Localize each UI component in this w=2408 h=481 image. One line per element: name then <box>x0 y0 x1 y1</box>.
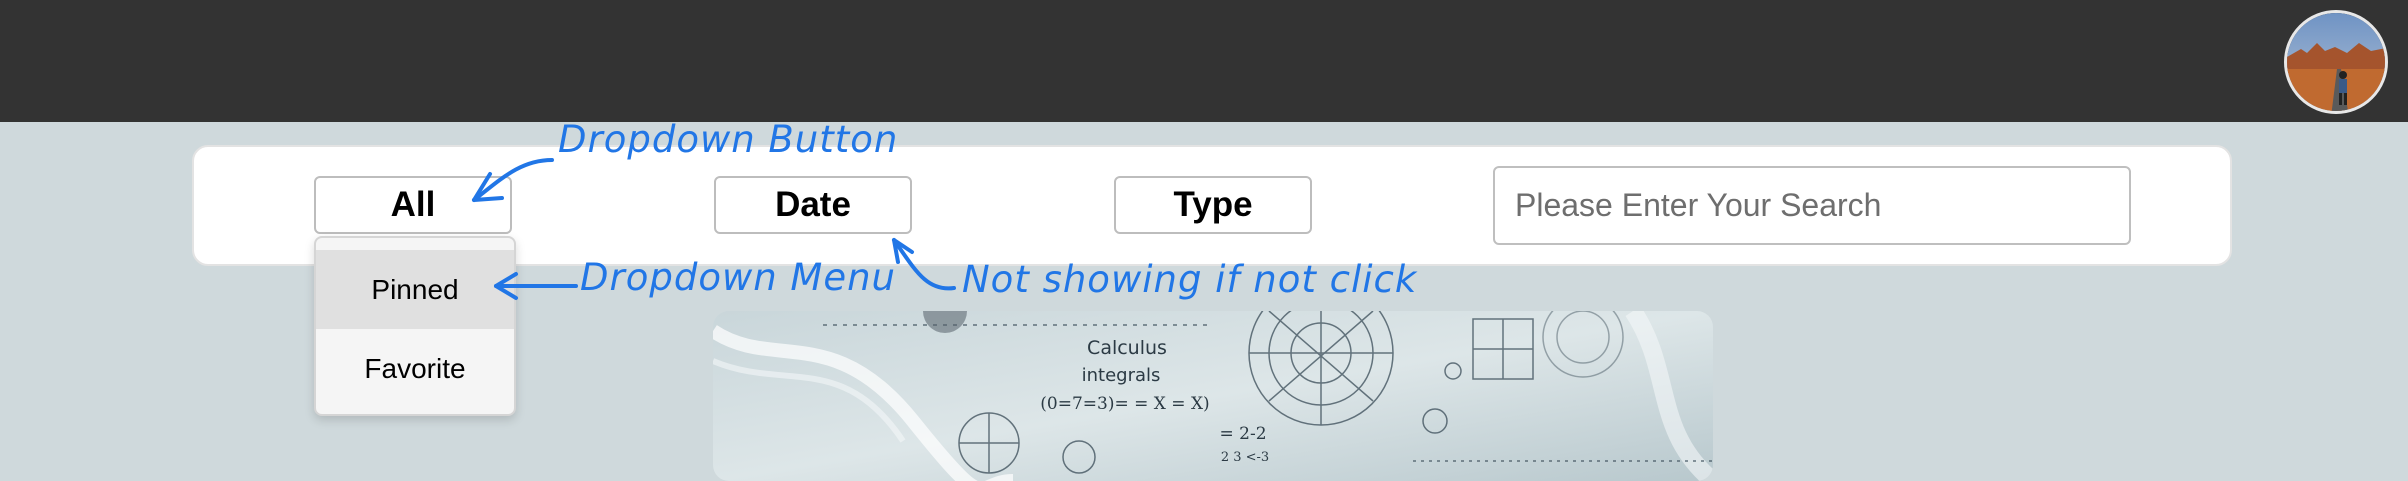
profile-avatar[interactable] <box>2284 10 2388 114</box>
banner-text-line: integrals <box>1082 365 1161 386</box>
search-input[interactable] <box>1493 166 2131 245</box>
annotation-dropdown-button: Dropdown Button <box>558 118 899 161</box>
type-dropdown-button[interactable]: Type <box>1114 176 1312 234</box>
banner-text-line: = 2-2 <box>1219 424 1266 444</box>
dropdown-item-favorite[interactable]: Favorite <box>316 329 514 408</box>
banner-text-line: 2 3 <-3 <box>1221 450 1269 465</box>
all-dropdown-button[interactable]: All <box>314 176 512 234</box>
annotation-dropdown-menu: Dropdown Menu <box>580 256 897 299</box>
dropdown-menu: Pinned Favorite <box>314 236 516 416</box>
banner-text-line: Calculus <box>1087 337 1167 359</box>
banner-text-line: (0=7=3)= = X = X) <box>1040 394 1209 414</box>
date-dropdown-button[interactable]: Date <box>714 176 912 234</box>
top-bar <box>0 0 2408 122</box>
annotation-not-showing: Not showing if not click <box>962 258 1418 301</box>
course-banner-image[interactable]: Calculus integrals (0=7=3)= = X = X) = 2… <box>713 311 1713 481</box>
dropdown-item-pinned[interactable]: Pinned <box>316 250 514 329</box>
